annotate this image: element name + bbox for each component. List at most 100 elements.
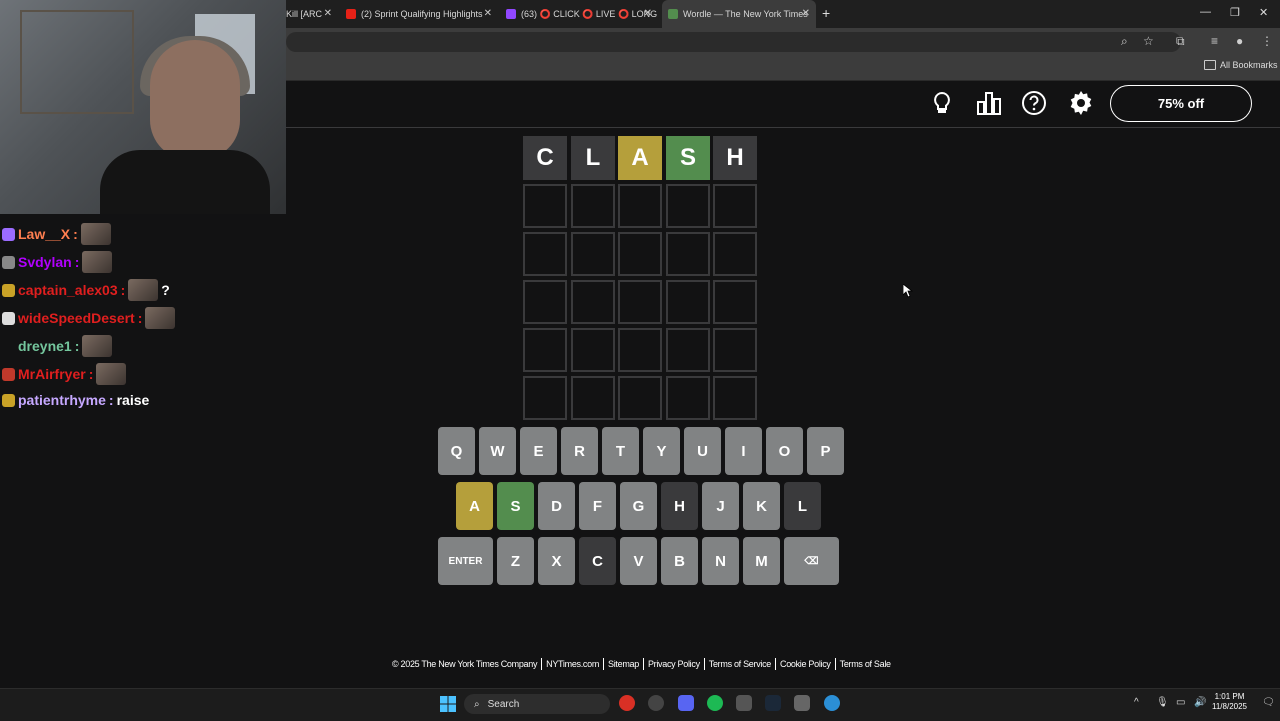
chat-username[interactable]: patientrhyme bbox=[18, 392, 106, 408]
browser-tab-active[interactable]: Wordle — The New York Times ✕ bbox=[662, 0, 816, 28]
key-r[interactable]: R bbox=[561, 427, 598, 475]
board-tile bbox=[523, 328, 567, 372]
settings-icon[interactable] bbox=[1068, 90, 1094, 116]
calculator-icon[interactable] bbox=[794, 695, 810, 711]
chat-emote-icon bbox=[82, 335, 113, 357]
tray-chevron-icon[interactable]: ^ bbox=[1134, 697, 1139, 708]
footer-link[interactable]: Sitemap bbox=[608, 659, 639, 669]
footer-link[interactable]: NYTimes.com bbox=[546, 659, 599, 669]
obs-icon[interactable] bbox=[648, 695, 664, 711]
chat-username[interactable]: Law__X bbox=[18, 226, 70, 242]
board-tile: L bbox=[571, 136, 615, 180]
key-o[interactable]: O bbox=[766, 427, 803, 475]
key-m[interactable]: M bbox=[743, 537, 780, 585]
key-x[interactable]: X bbox=[538, 537, 575, 585]
footer-link[interactable]: Terms of Service bbox=[709, 659, 772, 669]
extensions-icon[interactable]: ⧉ bbox=[1176, 34, 1185, 49]
chat-colon: : bbox=[120, 282, 126, 298]
chrome-icon[interactable] bbox=[619, 695, 635, 711]
new-tab-button[interactable]: + bbox=[822, 5, 830, 21]
close-tab-icon[interactable]: ✕ bbox=[644, 8, 652, 19]
microphone-icon[interactable]: 🎙 bbox=[1156, 697, 1169, 708]
key-a[interactable]: A bbox=[456, 482, 493, 530]
key-p[interactable]: P bbox=[807, 427, 844, 475]
chat-colon: : bbox=[74, 338, 80, 354]
cam-head bbox=[150, 40, 240, 160]
volume-icon[interactable]: 🔊 bbox=[1194, 697, 1206, 708]
close-tab-icon[interactable]: ✕ bbox=[324, 8, 332, 19]
cam-shelf bbox=[20, 10, 134, 114]
key-k[interactable]: K bbox=[743, 482, 780, 530]
close-tab-icon[interactable]: ✕ bbox=[484, 8, 492, 19]
notifications-icon[interactable]: 🗨 bbox=[1262, 697, 1275, 708]
help-icon[interactable] bbox=[1021, 90, 1047, 116]
menu-kebab-icon[interactable]: ⋮ bbox=[1261, 34, 1273, 48]
key-z[interactable]: Z bbox=[497, 537, 534, 585]
all-bookmarks-button[interactable]: All Bookmarks bbox=[1204, 60, 1278, 70]
key-q[interactable]: Q bbox=[438, 427, 475, 475]
stats-icon[interactable] bbox=[976, 90, 1002, 116]
close-window-icon[interactable]: ✕ bbox=[1259, 6, 1268, 19]
taskbar-search[interactable]: ⌕ Search bbox=[464, 694, 610, 714]
windows-start-icon[interactable] bbox=[440, 696, 456, 712]
key-l[interactable]: L bbox=[784, 482, 821, 530]
discord-icon[interactable] bbox=[678, 695, 694, 711]
chat-username[interactable]: MrAirfryer bbox=[18, 366, 86, 382]
board-tile: C bbox=[523, 136, 567, 180]
profile-avatar-icon[interactable]: ● bbox=[1236, 34, 1243, 48]
restore-icon[interactable]: ❐ bbox=[1230, 6, 1240, 19]
key-v[interactable]: V bbox=[620, 537, 657, 585]
chat-message-text: ? bbox=[161, 282, 170, 298]
footer-divider bbox=[603, 658, 605, 670]
close-tab-icon[interactable]: ✕ bbox=[802, 8, 810, 19]
bookmark-star-icon[interactable]: ☆ bbox=[1143, 34, 1154, 48]
board-tile: A bbox=[618, 136, 662, 180]
chat-username[interactable]: Svdylan bbox=[18, 254, 72, 270]
edge-icon[interactable] bbox=[824, 695, 840, 711]
steam-icon[interactable] bbox=[765, 695, 781, 711]
chat-username[interactable]: wideSpeedDesert bbox=[18, 310, 135, 326]
chat-badge-icon bbox=[2, 311, 15, 325]
chat-username[interactable]: dreyne1 bbox=[18, 338, 72, 354]
key-g[interactable]: G bbox=[620, 482, 657, 530]
chat-colon: : bbox=[137, 310, 143, 326]
key-n[interactable]: N bbox=[702, 537, 739, 585]
chat-badge-icon bbox=[2, 340, 15, 353]
enter-key[interactable]: ENTER bbox=[438, 537, 493, 585]
taskbar-clock[interactable]: 1:01 PM 11/8/2025 bbox=[1212, 692, 1247, 712]
lightbulb-icon[interactable] bbox=[929, 90, 955, 116]
footer-link[interactable]: Terms of Sale bbox=[840, 659, 891, 669]
browser-tab[interactable]: (63) ⭕ CLICK ⭕ LIVE ⭕ LONG S ✕ bbox=[506, 0, 658, 28]
minimize-icon[interactable]: — bbox=[1200, 6, 1211, 18]
backspace-key[interactable]: ⌫ bbox=[784, 537, 839, 585]
address-bar[interactable] bbox=[286, 32, 1181, 52]
key-t[interactable]: T bbox=[602, 427, 639, 475]
board-tile bbox=[523, 184, 567, 228]
network-icon[interactable]: ▭ bbox=[1176, 697, 1185, 708]
browser-tab[interactable]: (2) Sprint Qualifying Highlights ✕ bbox=[346, 0, 498, 28]
board-tile bbox=[618, 232, 662, 276]
key-d[interactable]: D bbox=[538, 482, 575, 530]
key-h[interactable]: H bbox=[661, 482, 698, 530]
zoom-icon[interactable]: ⌕ bbox=[1121, 34, 1128, 49]
footer-divider bbox=[834, 658, 836, 670]
media-control-icon[interactable]: ≡ bbox=[1211, 34, 1218, 48]
footer-link[interactable]: Privacy Policy bbox=[648, 659, 700, 669]
footer-link[interactable]: Cookie Policy bbox=[780, 659, 831, 669]
key-u[interactable]: U bbox=[684, 427, 721, 475]
key-s[interactable]: S bbox=[497, 482, 534, 530]
key-e[interactable]: E bbox=[520, 427, 557, 475]
key-j[interactable]: J bbox=[702, 482, 739, 530]
key-i[interactable]: I bbox=[725, 427, 762, 475]
spotify-icon[interactable] bbox=[707, 695, 723, 711]
key-c[interactable]: C bbox=[579, 537, 616, 585]
app-icon[interactable] bbox=[736, 695, 752, 711]
key-f[interactable]: F bbox=[579, 482, 616, 530]
chat-username[interactable]: captain_alex03 bbox=[18, 282, 118, 298]
subscribe-offer-button[interactable]: 75% off bbox=[1110, 85, 1252, 122]
key-b[interactable]: B bbox=[661, 537, 698, 585]
key-y[interactable]: Y bbox=[643, 427, 680, 475]
browser-tab[interactable]: Kill [ARC ✕ bbox=[286, 0, 338, 28]
key-w[interactable]: W bbox=[479, 427, 516, 475]
board-tile bbox=[713, 232, 757, 276]
